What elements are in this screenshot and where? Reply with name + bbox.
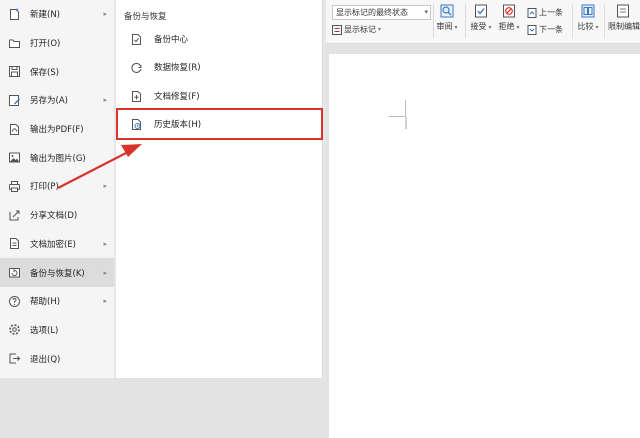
restrict-editing-button[interactable]: 限制编辑 — [608, 4, 640, 32]
chevron-down-icon: ▾ — [593, 24, 599, 31]
menu-item-backup-restore[interactable]: 备份与恢复(K) ▸ — [0, 258, 114, 287]
menu-item-export-image[interactable]: 输出为图片(G) — [0, 143, 114, 172]
menu-item-label: 新建(N) — [30, 10, 60, 21]
chevron-down-icon: ▾ — [424, 8, 428, 16]
menu-item-label: 分享文档(D) — [30, 211, 78, 222]
chevron-right-icon: ▸ — [103, 239, 107, 248]
save-as-icon — [9, 94, 20, 106]
accept-button[interactable]: 接受 ▾ — [466, 4, 496, 32]
menu-item-label: 帮助(H) — [30, 297, 61, 308]
submenu-item-document-repair[interactable]: 文档修复(F) — [130, 85, 200, 107]
review-ribbon: 显示标记的最终状态 ▾ 显示标记 ▾ 审阅 ▾ 接受 ▾ 拒绝 ▾ 上一条 下一… — [326, 0, 640, 44]
background-strip — [0, 378, 326, 438]
reject-button[interactable]: 拒绝 ▾ — [494, 4, 524, 32]
next-change-button[interactable]: 下一条 — [527, 24, 563, 36]
previous-change-label: 上一条 — [539, 8, 563, 17]
crop-mark — [405, 100, 406, 117]
menu-item-open[interactable]: 打开(O) — [0, 29, 114, 58]
submenu-title: 备份与恢复 — [124, 12, 167, 22]
compare-label: 比较 — [577, 22, 594, 31]
exit-icon — [9, 353, 21, 364]
reject-icon — [503, 4, 515, 18]
chevron-down-icon: ▾ — [378, 26, 382, 33]
menu-item-export-pdf[interactable]: 输出为PDF(F) — [0, 115, 114, 144]
menu-item-encrypt[interactable]: 文档加密(E) ▸ — [0, 230, 114, 259]
menu-item-label: 退出(Q) — [30, 354, 61, 365]
backup-icon — [9, 268, 20, 278]
pdf-icon — [10, 123, 19, 135]
backup-center-icon — [132, 33, 141, 45]
restrict-editing-label: 限制编辑 — [608, 22, 640, 31]
chevron-right-icon: ▸ — [103, 297, 107, 306]
restrict-editing-icon — [617, 4, 629, 18]
save-icon — [9, 66, 20, 78]
show-markup-button[interactable]: 显示标记 ▾ — [332, 24, 381, 36]
menu-item-save[interactable]: 保存(S) — [0, 57, 114, 86]
markup-display-select-value: 显示标记的最终状态 — [336, 8, 408, 17]
accept-label: 接受 — [470, 22, 487, 31]
chevron-down-icon: ▾ — [452, 24, 458, 31]
submenu-item-data-recovery[interactable]: 数据恢复(R) — [130, 56, 201, 78]
accept-icon — [475, 4, 487, 18]
show-markup-icon — [332, 25, 342, 35]
menu-item-label: 打开(O) — [30, 39, 61, 50]
chevron-down-icon: ▾ — [514, 24, 520, 31]
menu-item-help[interactable]: 帮助(H) ▸ — [0, 287, 114, 316]
reject-label: 拒绝 — [498, 22, 515, 31]
compare-button[interactable]: 比较 ▾ — [573, 4, 603, 32]
chevron-right-icon: ▸ — [103, 268, 107, 277]
menu-item-print[interactable]: 打印(P) ▸ — [0, 172, 114, 201]
review-icon — [440, 4, 454, 18]
menu-item-label: 选项(L) — [30, 325, 59, 336]
previous-change-button[interactable]: 上一条 — [527, 7, 563, 19]
document-repair-icon — [132, 90, 141, 102]
chevron-right-icon: ▸ — [103, 96, 107, 105]
previous-change-icon — [527, 8, 537, 18]
printer-icon — [9, 180, 20, 192]
next-change-label: 下一条 — [539, 25, 563, 34]
chevron-right-icon: ▸ — [103, 182, 107, 191]
chevron-right-icon: ▸ — [103, 10, 107, 19]
menu-item-label: 文档加密(E) — [30, 239, 77, 250]
help-icon — [9, 295, 20, 307]
data-recovery-icon — [131, 62, 142, 73]
chevron-down-icon: ▾ — [486, 24, 492, 31]
folder-icon — [9, 39, 20, 48]
menu-item-exit[interactable]: 退出(Q) — [0, 344, 114, 373]
history-version-highlight-box — [116, 108, 323, 140]
submenu-item-label: 备份中心 — [154, 35, 189, 45]
compare-icon — [581, 4, 595, 18]
submenu-item-label: 数据恢复(R) — [154, 63, 201, 73]
ribbon-separator — [604, 4, 605, 38]
menu-item-label: 保存(S) — [30, 67, 60, 78]
show-markup-label: 显示标记 — [344, 25, 376, 34]
backup-restore-submenu: 备份与恢复 备份中心 数据恢复(R) 文档修复(F) 历史版本(H) — [116, 0, 323, 378]
image-icon — [9, 152, 20, 163]
encrypt-icon — [10, 238, 19, 250]
submenu-item-backup-center[interactable]: 备份中心 — [130, 28, 188, 50]
menu-item-options[interactable]: 选项(L) — [0, 316, 114, 345]
menu-item-share[interactable]: 分享文档(D) — [0, 201, 114, 230]
text-cursor — [405, 117, 407, 129]
document-page[interactable] — [329, 54, 640, 438]
share-icon — [9, 210, 20, 221]
review-button[interactable]: 审阅 ▾ — [432, 4, 462, 32]
menu-item-new[interactable]: 新建(N) ▸ — [0, 0, 114, 29]
gear-icon — [9, 324, 20, 336]
crop-mark — [389, 116, 406, 117]
document-area — [326, 44, 640, 438]
submenu-item-label: 文档修复(F) — [154, 92, 200, 102]
menu-item-save-as[interactable]: 另存为(A) ▸ — [0, 86, 114, 115]
review-label: 审阅 — [436, 22, 453, 31]
markup-display-select[interactable]: 显示标记的最终状态 ▾ — [332, 5, 431, 20]
new-document-icon — [10, 8, 19, 20]
menu-item-label: 另存为(A) — [30, 96, 68, 107]
menu-item-label: 打印(P) — [30, 182, 59, 193]
file-menu: 新建(N) ▸ 打开(O) 保存(S) 另存为(A) ▸ 输出为PDF(F) 输… — [0, 0, 114, 378]
menu-item-label: 输出为PDF(F) — [30, 125, 84, 136]
next-change-icon — [527, 25, 537, 35]
menu-item-label: 备份与恢复(K) — [30, 268, 85, 279]
menu-item-label: 输出为图片(G) — [30, 153, 86, 164]
